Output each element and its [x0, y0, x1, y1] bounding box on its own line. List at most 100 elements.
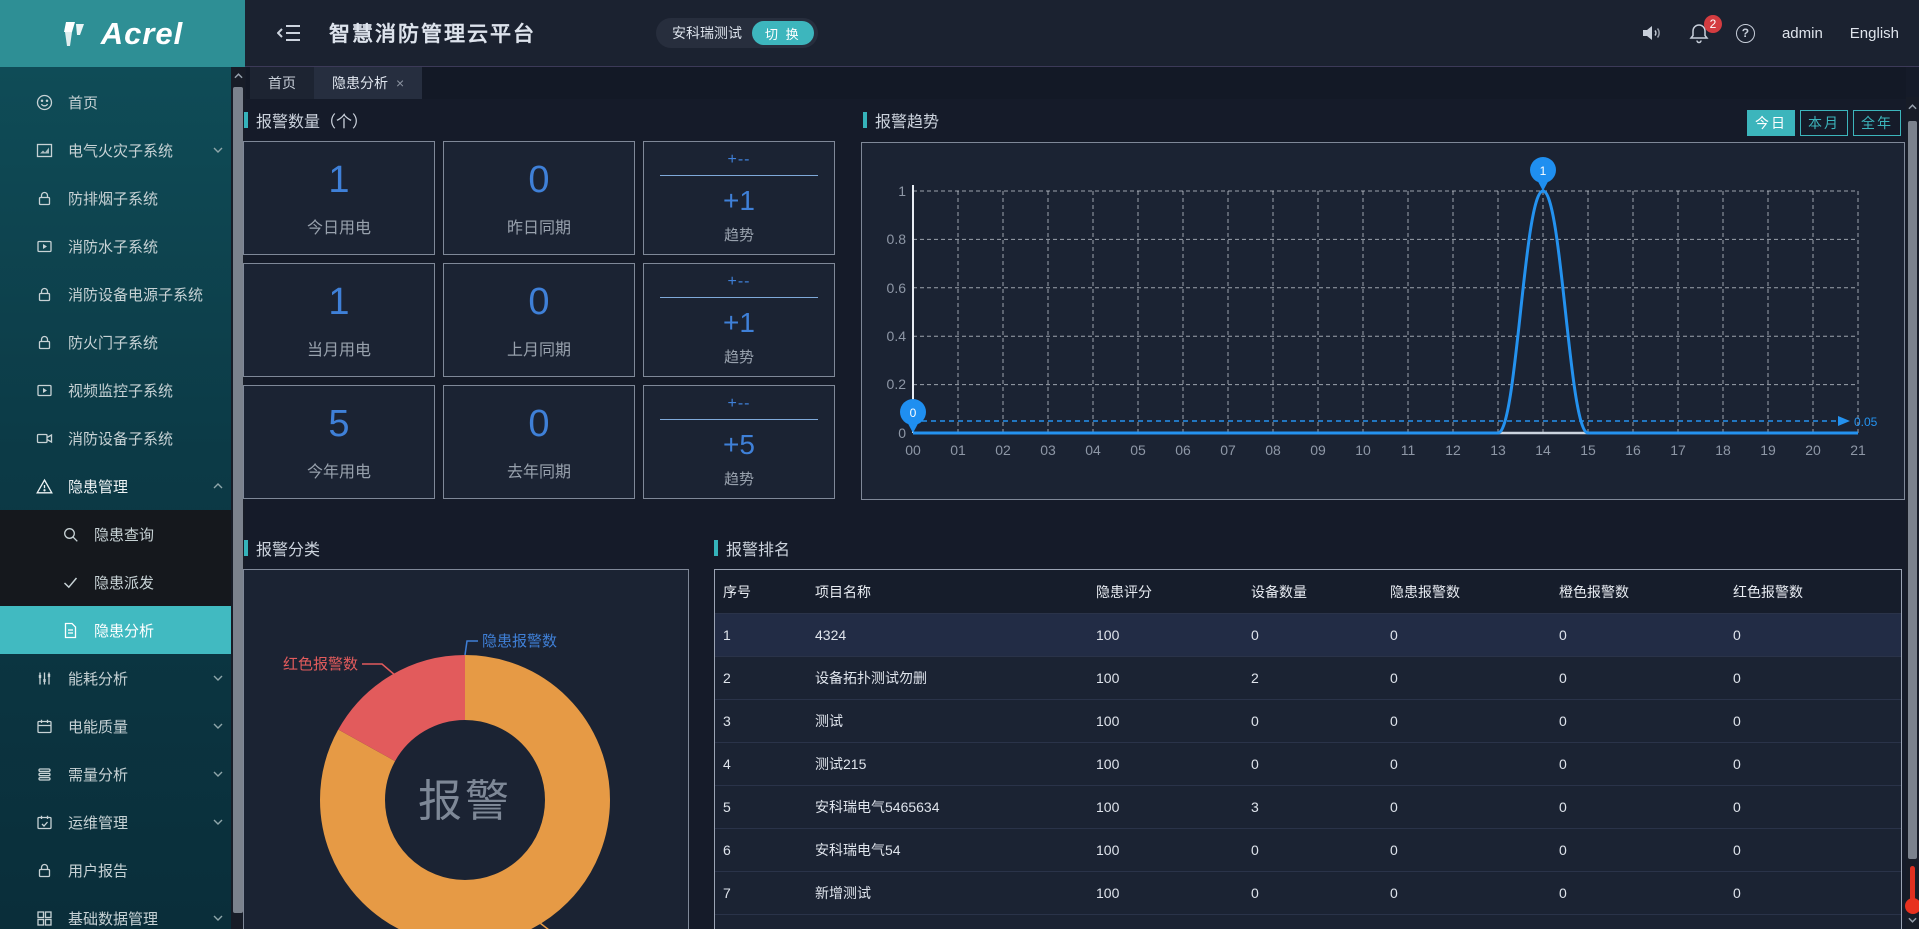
- warning-triangle-icon: [36, 478, 53, 495]
- svg-text:07: 07: [1220, 442, 1236, 458]
- sidebar-item-fire-water[interactable]: 消防水子系统: [0, 222, 245, 270]
- svg-text:03: 03: [1040, 442, 1056, 458]
- alarm-count-title: 报警数量（个）: [244, 108, 368, 132]
- table-row[interactable]: 143241000000: [715, 613, 1901, 656]
- callout-label-hidden: 隐患报警数: [482, 633, 557, 650]
- sidebar-item-video-monitor[interactable]: 视频监控子系统: [0, 366, 245, 414]
- stat-card-today: 1 今日用电: [243, 141, 435, 255]
- logo-text: Acrel: [101, 16, 184, 52]
- table-row[interactable]: 7新增测试1000000: [715, 871, 1901, 914]
- sidebar-item-hazard-management[interactable]: 隐患管理: [0, 462, 245, 510]
- user-menu[interactable]: admin: [1782, 25, 1823, 42]
- header-actions: 2 ? admin English: [1640, 23, 1899, 44]
- language-switch[interactable]: English: [1850, 25, 1899, 42]
- scroll-down-icon[interactable]: [1906, 917, 1919, 923]
- chevron-up-icon: [213, 483, 223, 489]
- fraction-divider: [660, 419, 818, 420]
- title-accent-bar: [863, 112, 867, 128]
- scroll-up-icon[interactable]: [1906, 97, 1919, 117]
- sidebar-item-power-quality[interactable]: 电能质量: [0, 702, 245, 750]
- sidebar-item-smoke-control[interactable]: 防排烟子系统: [0, 174, 245, 222]
- alarm-trend-chart[interactable]: 0.05 0 1 1 0.8 0.6 0.4 0.2 0: [861, 142, 1905, 500]
- range-button-year[interactable]: 全年: [1853, 110, 1901, 136]
- scroll-up-icon[interactable]: [231, 67, 245, 85]
- table-row[interactable]: 4测试2151000000: [715, 742, 1901, 785]
- table-row-clipped: [715, 914, 1901, 929]
- x-tick-labels: 00 01 02 03 04 05 06 07 08 09 10 11 12 1…: [905, 442, 1866, 458]
- help-icon[interactable]: ?: [1736, 24, 1755, 43]
- sidebar-item-hazard-analysis[interactable]: 隐患分析: [0, 606, 245, 654]
- sidebar-item-base-data[interactable]: 基础数据管理: [0, 894, 245, 929]
- alarm-count-cards: 1 今日用电 0 昨日同期 +-- +1 趋势 1 当月用电 0 上月同期 +-…: [243, 141, 835, 499]
- callout-line-red: [362, 664, 396, 676]
- svg-text:02: 02: [995, 442, 1011, 458]
- donut-chart-svg: 报警 隐患报警数 红色报警数: [244, 570, 688, 929]
- stat-card-day-trend: +-- +1 趋势: [643, 141, 835, 255]
- stat-card-yesterday: 0 昨日同期: [443, 141, 635, 255]
- sidebar-item-hazard-dispatch[interactable]: 隐患派发: [0, 558, 245, 606]
- lock-icon: [36, 862, 53, 879]
- svg-text:18: 18: [1715, 442, 1731, 458]
- tab-home[interactable]: 首页: [250, 67, 314, 99]
- table-row[interactable]: 6安科瑞电气541000000: [715, 828, 1901, 871]
- sidebar-item-user-report[interactable]: 用户报告: [0, 846, 245, 894]
- smiley-icon: [36, 94, 53, 111]
- tab-bar: 首页 隐患分析 ×: [246, 67, 1906, 99]
- title-accent-bar: [714, 540, 718, 556]
- table-row[interactable]: 5安科瑞电气54656341003000: [715, 785, 1901, 828]
- close-tab-icon[interactable]: ×: [396, 75, 404, 91]
- svg-text:17: 17: [1670, 442, 1686, 458]
- range-button-today[interactable]: 今日: [1747, 110, 1795, 136]
- lock-icon: [36, 334, 53, 351]
- document-icon: [62, 622, 79, 639]
- chart-icon: [36, 142, 53, 159]
- sidebar-item-fire-door[interactable]: 防火门子系统: [0, 318, 245, 366]
- speaker-icon[interactable]: [1640, 23, 1662, 43]
- svg-text:06: 06: [1175, 442, 1191, 458]
- chevron-down-icon: [213, 675, 223, 681]
- sidebar-item-hazard-query[interactable]: 隐患查询: [0, 510, 245, 558]
- sidebar-item-fire-power[interactable]: 消防设备电源子系统: [0, 270, 245, 318]
- sliders-icon: [36, 670, 53, 687]
- sidebar-item-home[interactable]: 首页: [0, 78, 245, 126]
- sidebar-scrollbar-thumb[interactable]: [233, 87, 243, 913]
- chevron-down-icon: [213, 771, 223, 777]
- svg-text:10: 10: [1355, 442, 1371, 458]
- svg-text:0.4: 0.4: [887, 328, 907, 344]
- content-scrollbar-thumb[interactable]: [1908, 121, 1917, 859]
- callout-label-red: 红色报警数: [283, 656, 358, 673]
- sidebar-item-energy-analysis[interactable]: 能耗分析: [0, 654, 245, 702]
- menu-fold-icon[interactable]: [277, 23, 301, 43]
- switch-tenant-button[interactable]: 切 换: [752, 21, 814, 45]
- svg-text:01: 01: [950, 442, 966, 458]
- svg-text:12: 12: [1445, 442, 1461, 458]
- video-icon: [36, 238, 53, 255]
- table-row[interactable]: 3测试1000000: [715, 699, 1901, 742]
- alarm-trend-title: 报警趋势: [863, 108, 939, 132]
- svg-text:19: 19: [1760, 442, 1776, 458]
- content-scrollbar[interactable]: [1906, 97, 1919, 929]
- stat-card-month: 1 当月用电: [243, 263, 435, 377]
- video-icon: [36, 382, 53, 399]
- sidebar-item-electrical-fire[interactable]: 电气火灾子系统: [0, 126, 245, 174]
- table-row[interactable]: 2设备拓扑测试勿删1002000: [715, 656, 1901, 699]
- logo: Acrel: [0, 0, 245, 67]
- svg-text:08: 08: [1265, 442, 1281, 458]
- tab-hazard-analysis[interactable]: 隐患分析 ×: [314, 67, 422, 99]
- title-accent-bar: [244, 112, 248, 128]
- fraction-divider: [660, 175, 818, 176]
- sidebar-item-demand-analysis[interactable]: 需量分析: [0, 750, 245, 798]
- alarm-classification-chart[interactable]: 报警 隐患报警数 红色报警数: [243, 569, 689, 929]
- chevron-down-icon: [213, 723, 223, 729]
- sidebar-item-ops-management[interactable]: 运维管理: [0, 798, 245, 846]
- alert-thermometer-indicator: [1910, 866, 1915, 902]
- range-button-month[interactable]: 本月: [1800, 110, 1848, 136]
- stat-card-month-trend: +-- +1 趋势: [643, 263, 835, 377]
- notification-bell-icon[interactable]: 2: [1689, 23, 1709, 44]
- svg-text:15: 15: [1580, 442, 1596, 458]
- sidebar-menu: 首页 电气火灾子系统 防排烟子系统 消防水子系统 消防设备电源子系统 防: [0, 67, 245, 929]
- sidebar-item-fire-equipment[interactable]: 消防设备子系统: [0, 414, 245, 462]
- alarm-ranking-title: 报警排名: [714, 536, 790, 560]
- trend-line-chart-svg: 0.05 0 1 1 0.8 0.6 0.4 0.2 0: [862, 143, 1904, 499]
- svg-text:14: 14: [1535, 442, 1551, 458]
